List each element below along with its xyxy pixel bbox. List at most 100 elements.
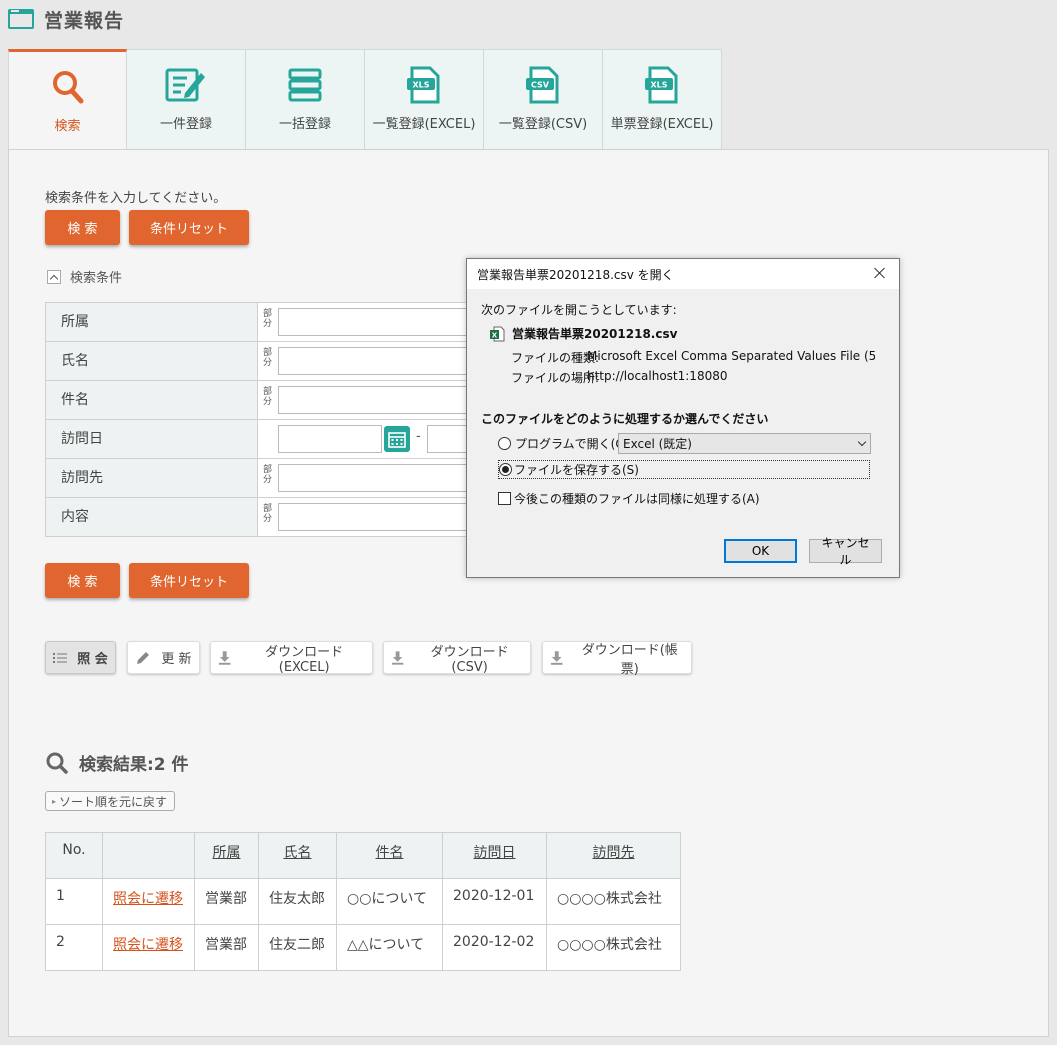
col-date[interactable]: 訪問日 (442, 832, 547, 879)
sort-reset-label: ソート順を元に戻す (59, 794, 168, 809)
dialog-title: 営業報告単票20201218.csv を開く (477, 267, 674, 282)
partial-match-label: 部分 (263, 465, 273, 485)
download-icon (391, 650, 404, 665)
search-icon (51, 67, 85, 107)
file-type-value: Microsoft Excel Comma Separated Values F… (587, 349, 875, 363)
condition-row: 訪問先 部分 (45, 458, 478, 498)
destination-input[interactable] (278, 464, 478, 492)
program-select-value: Excel (既定) (623, 437, 692, 451)
dialog-question: このファイルをどのように処理するか選んでください (481, 412, 769, 426)
partial-match-label: 部分 (263, 348, 273, 368)
cell-no: 2 (45, 924, 103, 971)
save-file-option[interactable]: ファイルを保存する(S) (498, 460, 870, 479)
download-excel-button[interactable]: ダウンロード(EXCEL) (210, 641, 373, 675)
tab-single-register[interactable]: 一件登録 (127, 49, 246, 150)
reset-button[interactable]: 条件リセット (129, 210, 249, 245)
cell-date: 2020-12-02 (442, 924, 547, 971)
app-header: 営業報告 (8, 6, 124, 32)
tab-bulk-register[interactable]: 一括登録 (246, 49, 365, 150)
cell-dept: 営業部 (194, 924, 259, 971)
col-name-label: 氏名 (283, 845, 312, 861)
cell-name: 住友太郎 (258, 878, 337, 925)
close-icon[interactable] (871, 264, 889, 282)
xls-file-icon: XLS (406, 65, 442, 105)
tab-form-register-excel[interactable]: XLS 単票登録(EXCEL) (603, 49, 722, 150)
field-label: 訪問日 (45, 419, 258, 459)
condition-row: 氏名 部分 (45, 341, 478, 381)
radio-save-file[interactable] (499, 463, 512, 476)
tab-label: 一件登録 (159, 117, 212, 132)
svg-text:X: X (492, 331, 498, 339)
search-instruction: 検索条件を入力してください。 (45, 191, 227, 206)
dialog-file-row: X 営業報告単票20201218.csv (489, 325, 677, 342)
list-icon (53, 652, 68, 663)
col-name[interactable]: 氏名 (258, 832, 337, 879)
view-button[interactable]: 照 会 (45, 641, 116, 674)
file-location-label: ファイルの場所: (511, 371, 600, 385)
download-csv-label: ダウンロード(CSV) (430, 644, 509, 675)
svg-text:XLS: XLS (412, 81, 429, 90)
table-row: 1 照会に遷移 営業部 住友太郎 ○○について 2020-12-01 ○○○○株… (45, 878, 681, 925)
subject-input[interactable] (278, 386, 478, 414)
tab-label: 一覧登録(EXCEL) (372, 117, 476, 132)
search-button[interactable]: 検 索 (45, 210, 120, 245)
save-file-label: ファイルを保存する(S) (514, 463, 639, 477)
download-csv-button[interactable]: ダウンロード(CSV) (383, 641, 531, 675)
field-label: 所属 (45, 302, 258, 342)
col-subject[interactable]: 件名 (336, 832, 443, 879)
sort-reset-button[interactable]: ▸ ソート順を元に戻す (45, 791, 176, 811)
col-dest[interactable]: 訪問先 (546, 832, 681, 879)
partial-match-label: 部分 (263, 309, 273, 329)
open-with-option[interactable]: プログラムで開く(O): (498, 435, 634, 452)
download-icon (550, 650, 563, 665)
table-row: 2 照会に遷移 営業部 住友二郎 △△について 2020-12-02 ○○○○株… (45, 924, 681, 971)
tab-list-register-csv[interactable]: CSV 一覧登録(CSV) (484, 49, 603, 150)
condition-row: 内容 部分 (45, 497, 478, 537)
cell-name: 住友二郎 (258, 924, 337, 971)
remember-checkbox[interactable] (498, 492, 511, 505)
update-button[interactable]: 更 新 (127, 641, 200, 674)
cell-subject: ○○について (336, 878, 443, 925)
download-form-label: ダウンロード(帳票) (581, 642, 678, 677)
calendar-icon[interactable] (384, 426, 410, 452)
cell-date: 2020-12-01 (442, 878, 547, 925)
search-conditions-table: 所属 部分 氏名 部分 件名 部分 訪問日 - 訪問先 部分 内容 部分 (45, 302, 478, 537)
cell-dept: 営業部 (194, 878, 259, 925)
condition-row: 訪問日 - (45, 419, 477, 459)
file-type-label: ファイルの種類: (511, 351, 600, 365)
tab-list-register-excel[interactable]: XLS 一覧登録(EXCEL) (365, 49, 484, 150)
col-date-label: 訪問日 (473, 845, 516, 861)
radio-open-with[interactable] (498, 437, 511, 450)
window-icon (8, 9, 34, 29)
view-link[interactable]: 照会に遷移 (113, 937, 183, 953)
field-label: 氏名 (45, 341, 258, 381)
program-select[interactable]: Excel (既定) (618, 433, 871, 454)
view-link[interactable]: 照会に遷移 (113, 891, 183, 907)
remember-option[interactable]: 今後この種類のファイルは同様に処理する(A) (498, 490, 760, 507)
field-cell: 部分 (257, 497, 478, 537)
tab-search[interactable]: 検索 (8, 49, 127, 151)
visit-date-from-input[interactable] (278, 425, 382, 453)
col-subject-label: 件名 (375, 845, 404, 861)
name-input[interactable] (278, 347, 478, 375)
ok-button[interactable]: OK (724, 539, 797, 563)
tab-label: 検索 (54, 119, 81, 134)
download-form-button[interactable]: ダウンロード(帳票) (542, 641, 692, 677)
search-button-bottom[interactable]: 検 索 (45, 563, 120, 598)
file-open-dialog: 営業報告単票20201218.csv を開く 次のファイルを開こうとしています:… (466, 258, 900, 578)
dept-input[interactable] (278, 308, 478, 336)
dialog-titlebar: 営業報告単票20201218.csv を開く (467, 259, 899, 289)
col-dept[interactable]: 所属 (194, 832, 259, 879)
cell-dest: ○○○○株式会社 (546, 878, 681, 925)
download-icon (218, 650, 231, 665)
pencil-icon (137, 651, 150, 664)
search-conditions-toggle[interactable]: 検索条件 (47, 267, 122, 286)
reset-button-bottom[interactable]: 条件リセット (129, 563, 249, 598)
cancel-button[interactable]: キャンセル (809, 536, 882, 567)
condition-row: 件名 部分 (45, 380, 478, 420)
field-cell: 部分 (257, 458, 478, 498)
chevron-down-icon (857, 437, 867, 447)
csv-file-icon: CSV (525, 65, 561, 105)
content-input[interactable] (278, 503, 478, 531)
dialog-filename: 営業報告単票20201218.csv (512, 327, 678, 341)
